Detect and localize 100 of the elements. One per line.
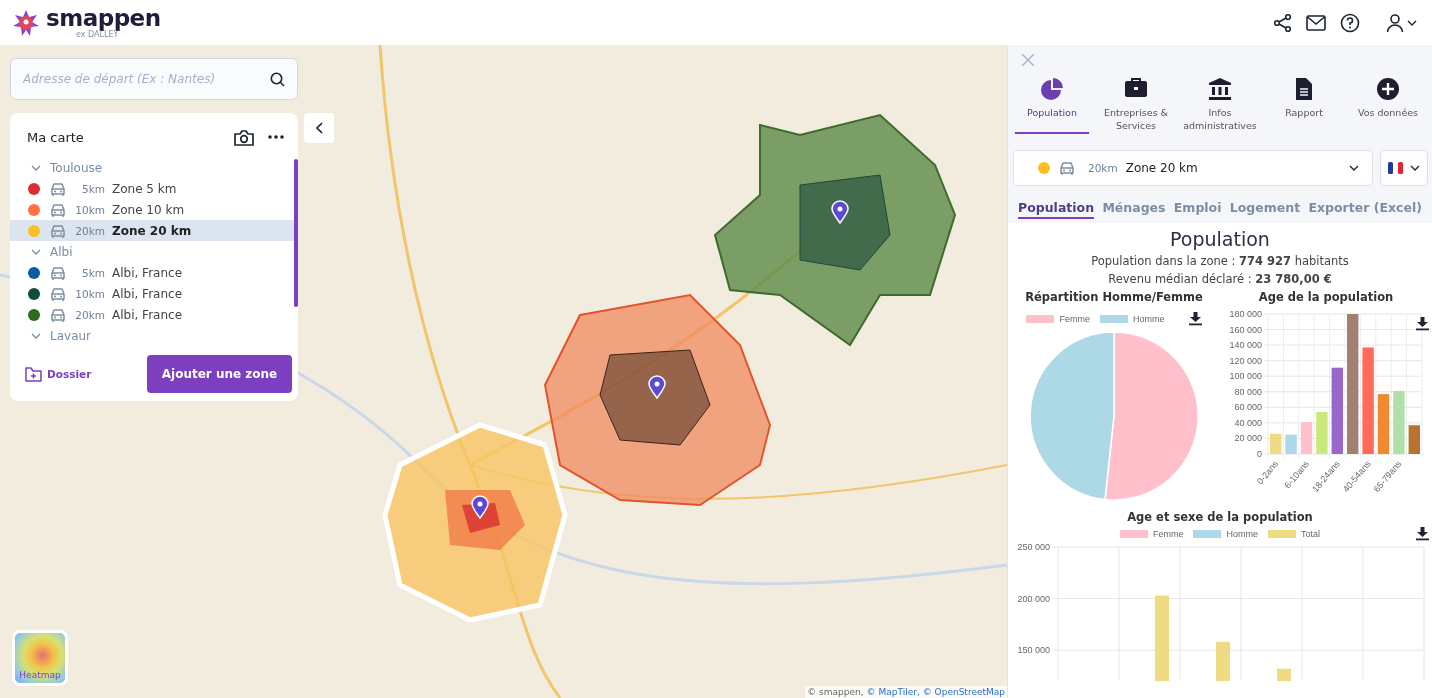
- chart-title: Age de la population: [1258, 290, 1394, 304]
- zone-label: Zone 10 km: [112, 202, 185, 217]
- plus-circle-icon: [1376, 77, 1400, 101]
- distance-label: 5km: [81, 266, 105, 279]
- group-header[interactable]: Toulouse: [10, 157, 294, 178]
- logo-text: smappen: [46, 6, 161, 30]
- more-icon[interactable]: [268, 135, 284, 139]
- legend-label: Femme: [1152, 529, 1184, 539]
- add-zone-button[interactable]: Ajouter une zone: [147, 355, 292, 393]
- y-tick-label: 200 000: [1017, 593, 1050, 604]
- zone-row[interactable]: 10km Zone 10 km: [10, 199, 294, 220]
- bar: [1316, 412, 1328, 454]
- logo-subtitle: ex DALLEY: [76, 30, 119, 39]
- legend-label: Homme: [1133, 314, 1165, 324]
- distance-label: 20km: [74, 224, 105, 237]
- chart-title: Répartition Homme/Femme: [1025, 290, 1203, 304]
- bar-chart: 150 000 200 000 250 000: [1008, 541, 1432, 681]
- pie-chart-icon: [1040, 77, 1064, 101]
- zone-row[interactable]: 5km Albi, France: [10, 262, 294, 283]
- flag-icon: [1387, 162, 1403, 174]
- section-tab[interactable]: Population: [1018, 199, 1095, 219]
- legend-label: Homme: [1226, 529, 1258, 539]
- language-dropdown[interactable]: [1380, 150, 1428, 186]
- legend-label: Total: [1301, 529, 1320, 539]
- distance-label: 20km: [74, 308, 105, 321]
- zone-row[interactable]: 10km Albi, France: [10, 283, 294, 304]
- y-tick-label: 80 000: [1234, 386, 1262, 397]
- y-tick-label: 0: [1256, 449, 1262, 459]
- folder-link[interactable]: Dossier: [25, 366, 92, 382]
- y-tick-label: 120 000: [1229, 355, 1262, 366]
- distance-label: 20km: [1088, 162, 1118, 174]
- download-icon[interactable]: [1188, 312, 1202, 326]
- attribution-link[interactable]: © MapTiler,: [866, 687, 920, 697]
- chevron-left-icon[interactable]: [313, 121, 325, 135]
- zone-label: Zone 20 km: [112, 223, 192, 238]
- bar: [1393, 391, 1405, 454]
- y-tick-label: 150 000: [1017, 645, 1050, 656]
- category-tab[interactable]: Vos données: [1351, 75, 1425, 134]
- zone-label: Albi, France: [112, 286, 183, 301]
- group-header[interactable]: Albi: [10, 241, 294, 262]
- bar: [1270, 433, 1282, 454]
- download-icon[interactable]: [1416, 317, 1429, 331]
- bar: [1216, 641, 1230, 681]
- user-icon[interactable]: [1386, 12, 1404, 33]
- distance-label: 10km: [74, 203, 105, 216]
- share-icon[interactable]: [1273, 12, 1292, 33]
- car-icon: [1058, 160, 1076, 176]
- y-tick-label: 60 000: [1234, 402, 1262, 413]
- y-tick-label: 160 000: [1229, 324, 1262, 335]
- category-tab[interactable]: Entreprises & Services: [1099, 75, 1173, 134]
- distance-label: 5km: [81, 182, 105, 195]
- bar: [1277, 668, 1291, 681]
- car-icon: [49, 264, 67, 281]
- bar: [1300, 422, 1313, 454]
- chart-title: Age et sexe de la population: [1127, 510, 1313, 524]
- group-header[interactable]: Lavaur: [10, 325, 294, 346]
- distance-label: 10km: [74, 287, 105, 300]
- mail-icon[interactable]: [1306, 13, 1326, 32]
- stat-line: Population dans la zone : 774 927 habitants: [1091, 254, 1349, 268]
- category-tab[interactable]: Population: [1015, 75, 1089, 134]
- building-icon: [1208, 77, 1232, 101]
- zone-row[interactable]: 20km Zone 20 km: [10, 220, 294, 241]
- card-title: Ma carte: [27, 129, 85, 145]
- zone-label: Zone 5 km: [112, 181, 177, 196]
- category-tab[interactable]: Infos administratives: [1183, 75, 1257, 134]
- bar: [1408, 425, 1420, 454]
- bar: [1377, 394, 1390, 454]
- y-tick-label: 250 000: [1017, 542, 1050, 552]
- category-tab[interactable]: Rapport: [1267, 75, 1341, 134]
- y-tick-label: 40 000: [1234, 417, 1262, 428]
- search-field[interactable]: Adresse de départ (Ex : Nantes): [10, 58, 298, 100]
- attribution-text: © smappen,: [807, 687, 864, 697]
- y-tick-label: 140 000: [1229, 340, 1262, 351]
- folder-plus-icon: [25, 366, 42, 382]
- zone-row[interactable]: 5km Zone 5 km: [10, 178, 294, 199]
- logo-icon: [12, 8, 40, 37]
- section-title: Population: [1170, 228, 1270, 250]
- zone-label: Albi, France: [112, 307, 183, 322]
- car-icon: [49, 306, 67, 323]
- camera-icon[interactable]: [234, 128, 254, 146]
- y-tick-label: 180 000: [1229, 309, 1262, 319]
- car-icon: [49, 222, 67, 239]
- bar: [1285, 434, 1297, 454]
- zone-label: Zone 20 km: [1125, 161, 1199, 175]
- collapse-button[interactable]: [304, 113, 334, 143]
- car-icon: [49, 201, 67, 218]
- help-icon[interactable]: [1340, 12, 1360, 33]
- zone-row[interactable]: 20km Albi, France: [10, 304, 294, 325]
- car-icon: [49, 180, 67, 197]
- stat-line: Revenu médian déclaré : 23 780,00 €: [1108, 272, 1332, 286]
- legend-label: Femme: [1059, 314, 1090, 324]
- download-icon[interactable]: [1416, 527, 1429, 541]
- y-tick-label: 100 000: [1229, 371, 1262, 382]
- attribution-link[interactable]: © OpenStreetMap: [922, 687, 1005, 697]
- search-icon[interactable]: [270, 72, 285, 87]
- y-tick-label: 20 000: [1234, 433, 1262, 444]
- zone-dropdown[interactable]: 20km Zone 20 km: [1013, 150, 1373, 186]
- zone-label: Albi, France: [112, 265, 183, 280]
- car-icon: [49, 285, 67, 302]
- heatmap-button[interactable]: Heatmap: [12, 630, 68, 686]
